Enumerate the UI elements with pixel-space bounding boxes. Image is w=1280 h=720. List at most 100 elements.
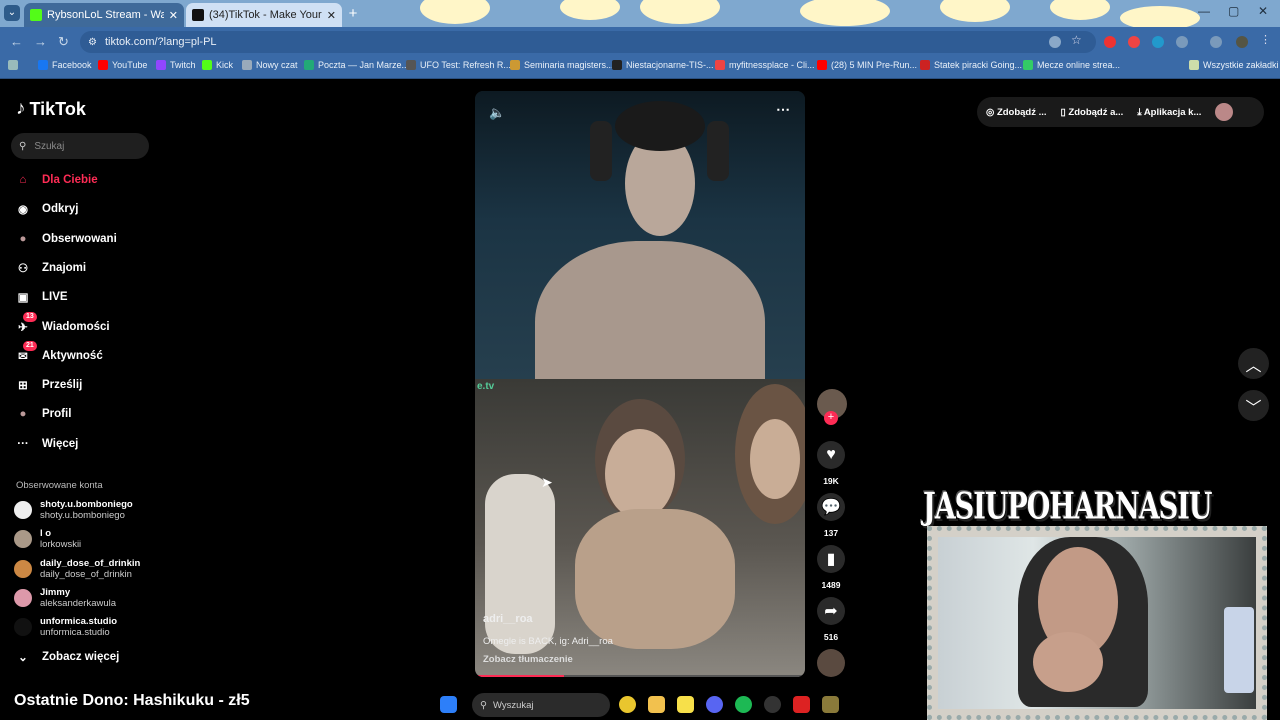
- sidebar-item-aktywność[interactable]: ✉ 21 Aktywność: [14, 340, 103, 365]
- extension-icon[interactable]: [1128, 36, 1140, 48]
- league-icon[interactable]: [822, 696, 839, 713]
- menu-kebab-icon[interactable]: ⋮: [1260, 33, 1272, 46]
- more-options-icon[interactable]: ⋯: [776, 101, 790, 118]
- sticky-notes-icon[interactable]: [677, 696, 694, 713]
- bookmark-item[interactable]: Niestacjonarne-TIS-...: [612, 60, 714, 70]
- profile-avatar-icon[interactable]: [1236, 36, 1248, 48]
- windows-start-icon[interactable]: [440, 696, 457, 713]
- following-account[interactable]: Jimmy aleksanderkawula: [14, 587, 116, 609]
- address-bar[interactable]: ⚙ tiktok.com/?lang=pl-PL: [80, 31, 1096, 53]
- sidebar-item-profil[interactable]: ● Profil: [14, 405, 72, 423]
- chevron-up-icon: ︿: [1245, 357, 1262, 375]
- adblock-icon[interactable]: [1104, 36, 1116, 48]
- video-progress-bar[interactable]: [475, 675, 805, 677]
- all-bookmarks-button[interactable]: Wszystkie zakładki: [1189, 60, 1279, 70]
- bookmark-star-icon[interactable]: ☆: [1071, 33, 1083, 47]
- hair-shape: [615, 101, 705, 151]
- avatar: [14, 501, 32, 519]
- desktop-app-button[interactable]: ⤓ Aplikacja k...: [1137, 107, 1201, 118]
- bookmark-label: Twitch: [170, 60, 196, 70]
- video-progress-fill: [475, 675, 565, 677]
- get-coins-button[interactable]: ◎ Zdobądź ...: [986, 107, 1047, 118]
- follow-plus-icon[interactable]: +: [824, 411, 838, 425]
- bookmark-favicon-icon: [156, 60, 166, 70]
- bookmark-item[interactable]: Poczta — Jan Marze...: [304, 60, 409, 70]
- sidebar-item-live[interactable]: ▣ LIVE: [14, 288, 68, 306]
- sidebar-item-dla-ciebie[interactable]: ⌂ Dla Ciebie: [14, 171, 98, 189]
- taskbar-search-input[interactable]: ⚲ Wyszukaj: [472, 693, 610, 717]
- sidebar-item-więcej[interactable]: ··· Więcej: [14, 435, 78, 453]
- share-button[interactable]: ➦ 516: [817, 597, 845, 642]
- extension-icon[interactable]: [1152, 36, 1164, 48]
- discord-icon[interactable]: [706, 696, 723, 713]
- sidebar-item-znajomi[interactable]: ⚇ Znajomi: [14, 259, 86, 277]
- bookmark-item[interactable]: (28) 5 MIN Pre-Run...: [817, 60, 917, 70]
- bookmark-label: Poczta — Jan Marze...: [318, 60, 410, 70]
- tab-close-icon[interactable]: ✕: [327, 9, 336, 22]
- obs-icon[interactable]: [764, 696, 781, 713]
- bookmark-item[interactable]: YouTube: [98, 60, 147, 70]
- reload-icon[interactable]: ↻: [58, 34, 69, 50]
- avatar: [14, 559, 32, 578]
- like-count: 19K: [823, 476, 839, 486]
- file-explorer-icon[interactable]: [648, 696, 665, 713]
- sidebar-item-label: Profil: [42, 408, 72, 421]
- extensions-puzzle-icon[interactable]: [1176, 36, 1188, 48]
- back-icon[interactable]: ←: [10, 34, 23, 49]
- bookmark-item[interactable]: Mecze online strea...: [1023, 60, 1120, 70]
- tab-groups-icon[interactable]: [1210, 36, 1222, 48]
- see-more-button[interactable]: ⌄ Zobacz więcej: [14, 648, 119, 666]
- search-input[interactable]: ⚲ Szukaj: [11, 133, 149, 159]
- next-video-button[interactable]: ﹀: [1238, 390, 1269, 421]
- apps-grid-icon[interactable]: [8, 60, 18, 70]
- following-header: Obserwowane konta: [16, 480, 103, 491]
- app-icon[interactable]: [793, 696, 810, 713]
- see-translation-button[interactable]: Zobacz tłumaczenie: [483, 654, 573, 665]
- forward-icon[interactable]: →: [34, 34, 47, 49]
- close-window-button[interactable]: ✕: [1258, 4, 1268, 18]
- bookmark-item[interactable]: Statek piracki Going...: [920, 60, 1022, 70]
- following-account[interactable]: unformica.studio unformica.studio: [14, 616, 117, 638]
- comment-button[interactable]: 💬 137: [817, 493, 845, 538]
- tab-close-icon[interactable]: ✕: [169, 9, 178, 22]
- creator-avatar-button[interactable]: +: [817, 389, 847, 425]
- chrome-icon[interactable]: [619, 696, 636, 713]
- volume-icon[interactable]: 🔈: [489, 105, 505, 121]
- site-info-icon[interactable]: ⚙: [88, 37, 97, 48]
- following-account[interactable]: l o lorkowskii: [14, 528, 81, 550]
- following-account[interactable]: shoty.u.bomboniego shoty.u.bomboniego: [14, 499, 133, 521]
- tab-search-button[interactable]: ⌄: [4, 5, 20, 21]
- following-account[interactable]: daily_dose_of_drinkin daily_dose_of_drink…: [14, 558, 140, 580]
- minimize-button[interactable]: —: [1198, 4, 1210, 18]
- maximize-button[interactable]: ▢: [1228, 4, 1239, 18]
- install-app-icon[interactable]: [1049, 36, 1061, 48]
- bookmark-item[interactable]: Nowy czat: [242, 60, 298, 70]
- tab-tiktok[interactable]: (34)TikTok - Make Your Day ✕: [186, 3, 342, 27]
- bookmark-item[interactable]: Kick: [202, 60, 233, 70]
- share-count: 516: [823, 632, 839, 642]
- bookmark-item[interactable]: UFO Test: Refresh R...: [406, 60, 511, 70]
- tab-title: RybsonLoL Stream - Watch Live: [47, 9, 164, 21]
- sidebar-item-odkryj[interactable]: ◉ Odkryj: [14, 200, 78, 218]
- video-player[interactable]: e.tv 🔈 ⋯ adri__roa Omegle is BACK, ig: A…: [475, 91, 805, 677]
- video-username[interactable]: adri__roa: [483, 613, 533, 625]
- bookmark-item[interactable]: Twitch: [156, 60, 196, 70]
- tiktok-logo[interactable]: ♪ TikTok: [16, 98, 86, 120]
- sidebar-item-wiadomości[interactable]: ✈ 13 Wiadomości: [14, 311, 110, 336]
- music-disc-button[interactable]: [817, 649, 845, 677]
- user-avatar[interactable]: [1215, 103, 1234, 121]
- like-button[interactable]: ♥ 19K: [817, 441, 845, 486]
- sidebar-item-prześlij[interactable]: ⊞ Prześlij: [14, 376, 82, 394]
- face-shape: [605, 429, 675, 519]
- tab-rybsonlol[interactable]: RybsonLoL Stream - Watch Live ✕: [24, 3, 184, 27]
- get-app-button[interactable]: ▯ Zdobądź a...: [1061, 107, 1124, 118]
- bookmark-item[interactable]: myfitnessplace - Cli...: [715, 60, 815, 70]
- new-tab-button[interactable]: +: [344, 5, 362, 23]
- previous-video-button[interactable]: ︿: [1238, 348, 1269, 379]
- save-button[interactable]: ▮ 1489: [817, 545, 845, 590]
- spotify-icon[interactable]: [735, 696, 752, 713]
- bookmark-item[interactable]: Facebook: [38, 60, 92, 70]
- avatar: [14, 618, 32, 637]
- bookmark-item[interactable]: Seminaria magisters...: [510, 60, 614, 70]
- sidebar-item-obserwowani[interactable]: ● Obserwowani: [14, 230, 117, 248]
